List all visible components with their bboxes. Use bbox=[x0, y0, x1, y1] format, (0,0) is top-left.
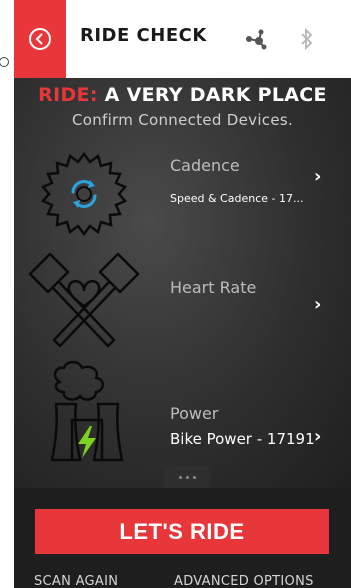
power-plant-bolt-icon bbox=[42, 360, 132, 462]
dot-icon bbox=[192, 475, 196, 479]
scan-again-link[interactable]: SCAN AGAIN bbox=[34, 574, 118, 588]
back-button[interactable] bbox=[14, 0, 66, 78]
device-name-cadence: Cadence bbox=[170, 156, 240, 175]
saw-blade-sync-icon bbox=[32, 142, 136, 246]
chevron-right-icon: › bbox=[314, 426, 322, 447]
chevron-right-icon: › bbox=[314, 166, 322, 187]
heading-main: A VERY DARK PLACE bbox=[104, 84, 327, 106]
device-row-heart-rate[interactable]: Heart Rate › bbox=[14, 250, 351, 360]
heading-accent: RIDE: bbox=[38, 84, 98, 106]
chevron-right-icon: › bbox=[314, 294, 322, 315]
dot-icon bbox=[178, 475, 182, 479]
crossed-hammers-heart-icon bbox=[26, 244, 142, 352]
back-arrow-circle-icon bbox=[29, 28, 51, 50]
sensor-nodes-icon[interactable] bbox=[240, 22, 274, 56]
device-name-power: Power bbox=[170, 404, 219, 423]
device-detail-cadence: Speed & Cadence - 17... bbox=[170, 192, 304, 205]
header-bar: RIDE CHECK bbox=[14, 0, 351, 78]
advanced-options-link[interactable]: ADVANCED OPTIONS bbox=[174, 574, 314, 588]
page-title: RIDE CHECK bbox=[80, 25, 207, 46]
dot-icon bbox=[185, 475, 189, 479]
bluetooth-icon[interactable] bbox=[290, 22, 324, 56]
overlay-circle-artifact bbox=[0, 57, 9, 67]
device-row-cadence[interactable]: Cadence Speed & Cadence - 17... › bbox=[14, 140, 351, 250]
drawer-handle[interactable] bbox=[164, 466, 210, 488]
device-detail-power: Bike Power - 17191 bbox=[170, 430, 315, 448]
device-name-heart-rate: Heart Rate bbox=[170, 278, 257, 297]
hero-heading: RIDE: A VERY DARK PLACE bbox=[14, 84, 351, 106]
lets-ride-button[interactable]: LET'S RIDE bbox=[35, 509, 329, 554]
app-screen: RIDE CHECK RIDE: A VERY DARK PLACE Confi… bbox=[14, 0, 351, 588]
hero-subheading: Confirm Connected Devices. bbox=[71, 111, 294, 129]
device-row-power[interactable]: Power Bike Power - 17191 › bbox=[14, 360, 351, 466]
